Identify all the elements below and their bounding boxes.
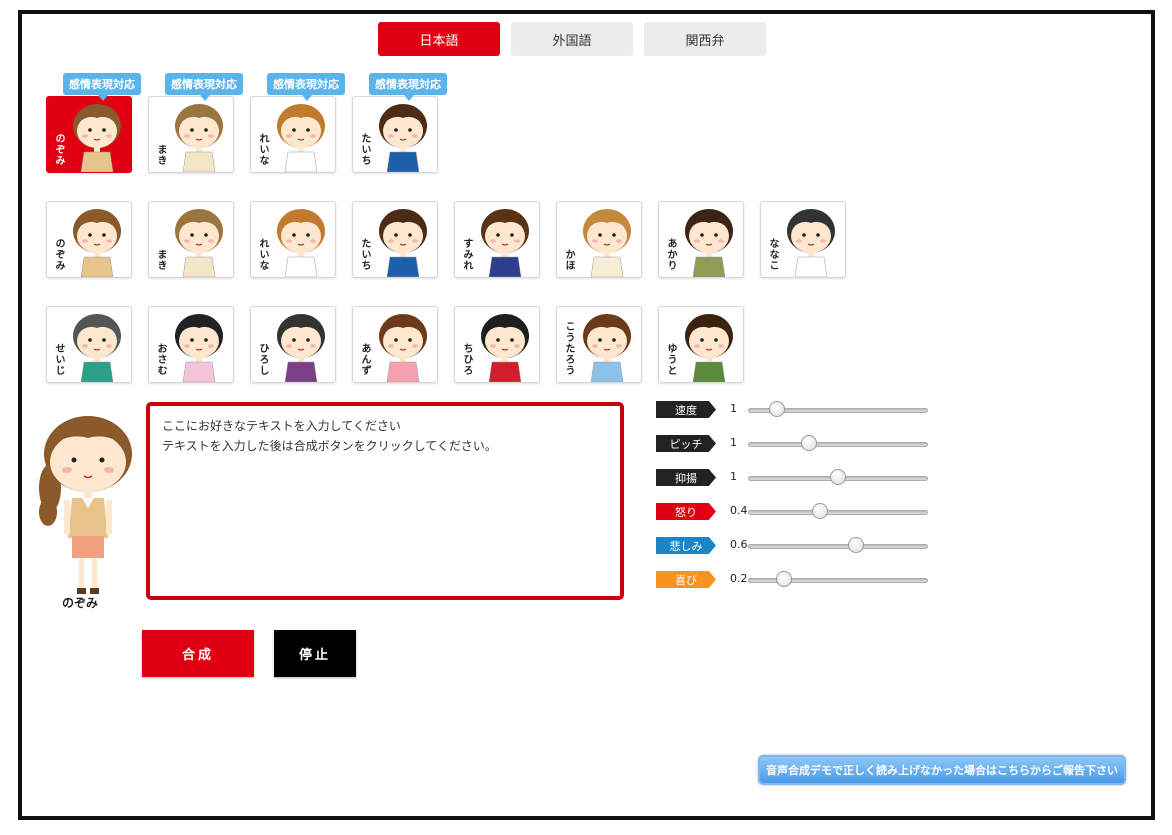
- character-name: れいな: [257, 238, 268, 271]
- character-name: まき: [155, 249, 166, 271]
- character-name: すみれ: [461, 238, 472, 271]
- character-card[interactable]: ななこ: [760, 201, 846, 278]
- slider-value: 1: [730, 402, 737, 415]
- slider-row: 抑揚 1: [656, 466, 936, 500]
- preview-character-name: のぞみ: [61, 596, 98, 610]
- slider-label: 抑揚: [656, 469, 716, 486]
- slider-row: ピッチ 1: [656, 432, 936, 466]
- character-name: おさむ: [155, 343, 166, 376]
- character-card[interactable]: おさむ: [148, 306, 234, 383]
- character-name: れいな: [257, 133, 268, 166]
- language-tabs: 日本語 外国語 関西弁: [378, 22, 766, 56]
- character-card[interactable]: ちひろ: [454, 306, 540, 383]
- report-link-button[interactable]: 音声合成デモで正しく読み上げなかった場合はこちらからご報告下さい: [758, 755, 1126, 785]
- character-name: かほ: [563, 249, 574, 271]
- slider-thumb[interactable]: [801, 435, 818, 451]
- slider-thumb[interactable]: [776, 571, 792, 587]
- character-card[interactable]: れいな: [250, 96, 336, 173]
- text-line-2: テキストを入力した後は合成ボタンをクリックしてください。: [162, 439, 497, 453]
- slider-value: 0.6: [730, 538, 748, 551]
- character-card[interactable]: ひろし: [250, 306, 336, 383]
- slider-thumb[interactable]: [812, 503, 828, 519]
- slider-label: 速度: [656, 401, 716, 418]
- character-name: せいじ: [53, 343, 64, 376]
- slider-track[interactable]: [748, 510, 928, 515]
- emotion-support-badge: 感情表現対応: [267, 73, 345, 101]
- slider-row: 怒り 0.4: [656, 500, 936, 534]
- slider-label: 怒り: [656, 503, 716, 520]
- emotion-support-badge: 感情表現対応: [369, 73, 447, 101]
- slider-label: 悲しみ: [656, 537, 716, 554]
- slider-value: 0.2: [730, 572, 748, 585]
- stop-button[interactable]: 停止: [274, 630, 356, 677]
- character-card[interactable]: のぞみ: [46, 201, 132, 278]
- slider-value: 1: [730, 470, 737, 483]
- character-card[interactable]: せいじ: [46, 306, 132, 383]
- emotion-support-badge: 感情表現対応: [165, 73, 243, 101]
- slider-row: 速度 1: [656, 398, 936, 432]
- text-line-1: ここにお好きなテキストを入力してください: [162, 419, 401, 433]
- character-name: ななこ: [767, 238, 778, 271]
- character-name: ひろし: [257, 343, 268, 376]
- character-name: あかり: [665, 238, 676, 271]
- character-name: あんず: [359, 343, 370, 376]
- character-card[interactable]: たいち: [352, 201, 438, 278]
- text-input-area[interactable]: ここにお好きなテキストを入力してくださいテキストを入力した後は合成ボタンをクリッ…: [146, 402, 624, 600]
- character-name: たいち: [359, 238, 370, 271]
- character-name: のぞみ: [53, 238, 64, 271]
- slider-row: 喜び 0.2: [656, 568, 936, 602]
- character-card[interactable]: たいち: [352, 96, 438, 173]
- character-name: ちひろ: [461, 343, 472, 376]
- slider-track[interactable]: [748, 442, 928, 447]
- slider-track[interactable]: [748, 544, 928, 549]
- tab-kansai[interactable]: 関西弁: [644, 22, 766, 56]
- slider-track[interactable]: [748, 578, 928, 583]
- character-name: のぞみ: [53, 133, 64, 166]
- tab-japanese[interactable]: 日本語: [378, 22, 500, 56]
- character-card[interactable]: のぞみ: [46, 96, 132, 173]
- character-card[interactable]: まき: [148, 201, 234, 278]
- character-name: まき: [155, 144, 166, 166]
- tab-foreign[interactable]: 外国語: [511, 22, 633, 56]
- character-card[interactable]: すみれ: [454, 201, 540, 278]
- character-card[interactable]: ゆうと: [658, 306, 744, 383]
- slider-value: 1: [730, 436, 737, 449]
- character-card[interactable]: こうたろう: [556, 306, 642, 383]
- character-card[interactable]: あんず: [352, 306, 438, 383]
- synthesize-button[interactable]: 合成: [142, 630, 254, 677]
- slider-label: ピッチ: [656, 435, 716, 452]
- character-name: こうたろう: [563, 321, 574, 376]
- character-card[interactable]: かほ: [556, 201, 642, 278]
- slider-thumb[interactable]: [830, 469, 846, 485]
- emotion-support-badge: 感情表現対応: [63, 73, 141, 101]
- voice-parameter-sliders: 速度 1 ピッチ 1 抑揚 1 怒り 0.4 悲しみ 0.6 喜び 0.2: [656, 398, 936, 602]
- slider-thumb[interactable]: [848, 537, 864, 553]
- selected-character-preview: [22, 408, 132, 608]
- slider-thumb[interactable]: [768, 401, 785, 417]
- character-name: たいち: [359, 133, 370, 166]
- character-card[interactable]: あかり: [658, 201, 744, 278]
- slider-value: 0.4: [730, 504, 748, 517]
- character-name: ゆうと: [665, 343, 676, 376]
- nozomi-full-icon: [39, 416, 132, 594]
- slider-row: 悲しみ 0.6: [656, 534, 936, 568]
- character-card[interactable]: まき: [148, 96, 234, 173]
- character-card[interactable]: れいな: [250, 201, 336, 278]
- slider-label: 喜び: [656, 571, 716, 588]
